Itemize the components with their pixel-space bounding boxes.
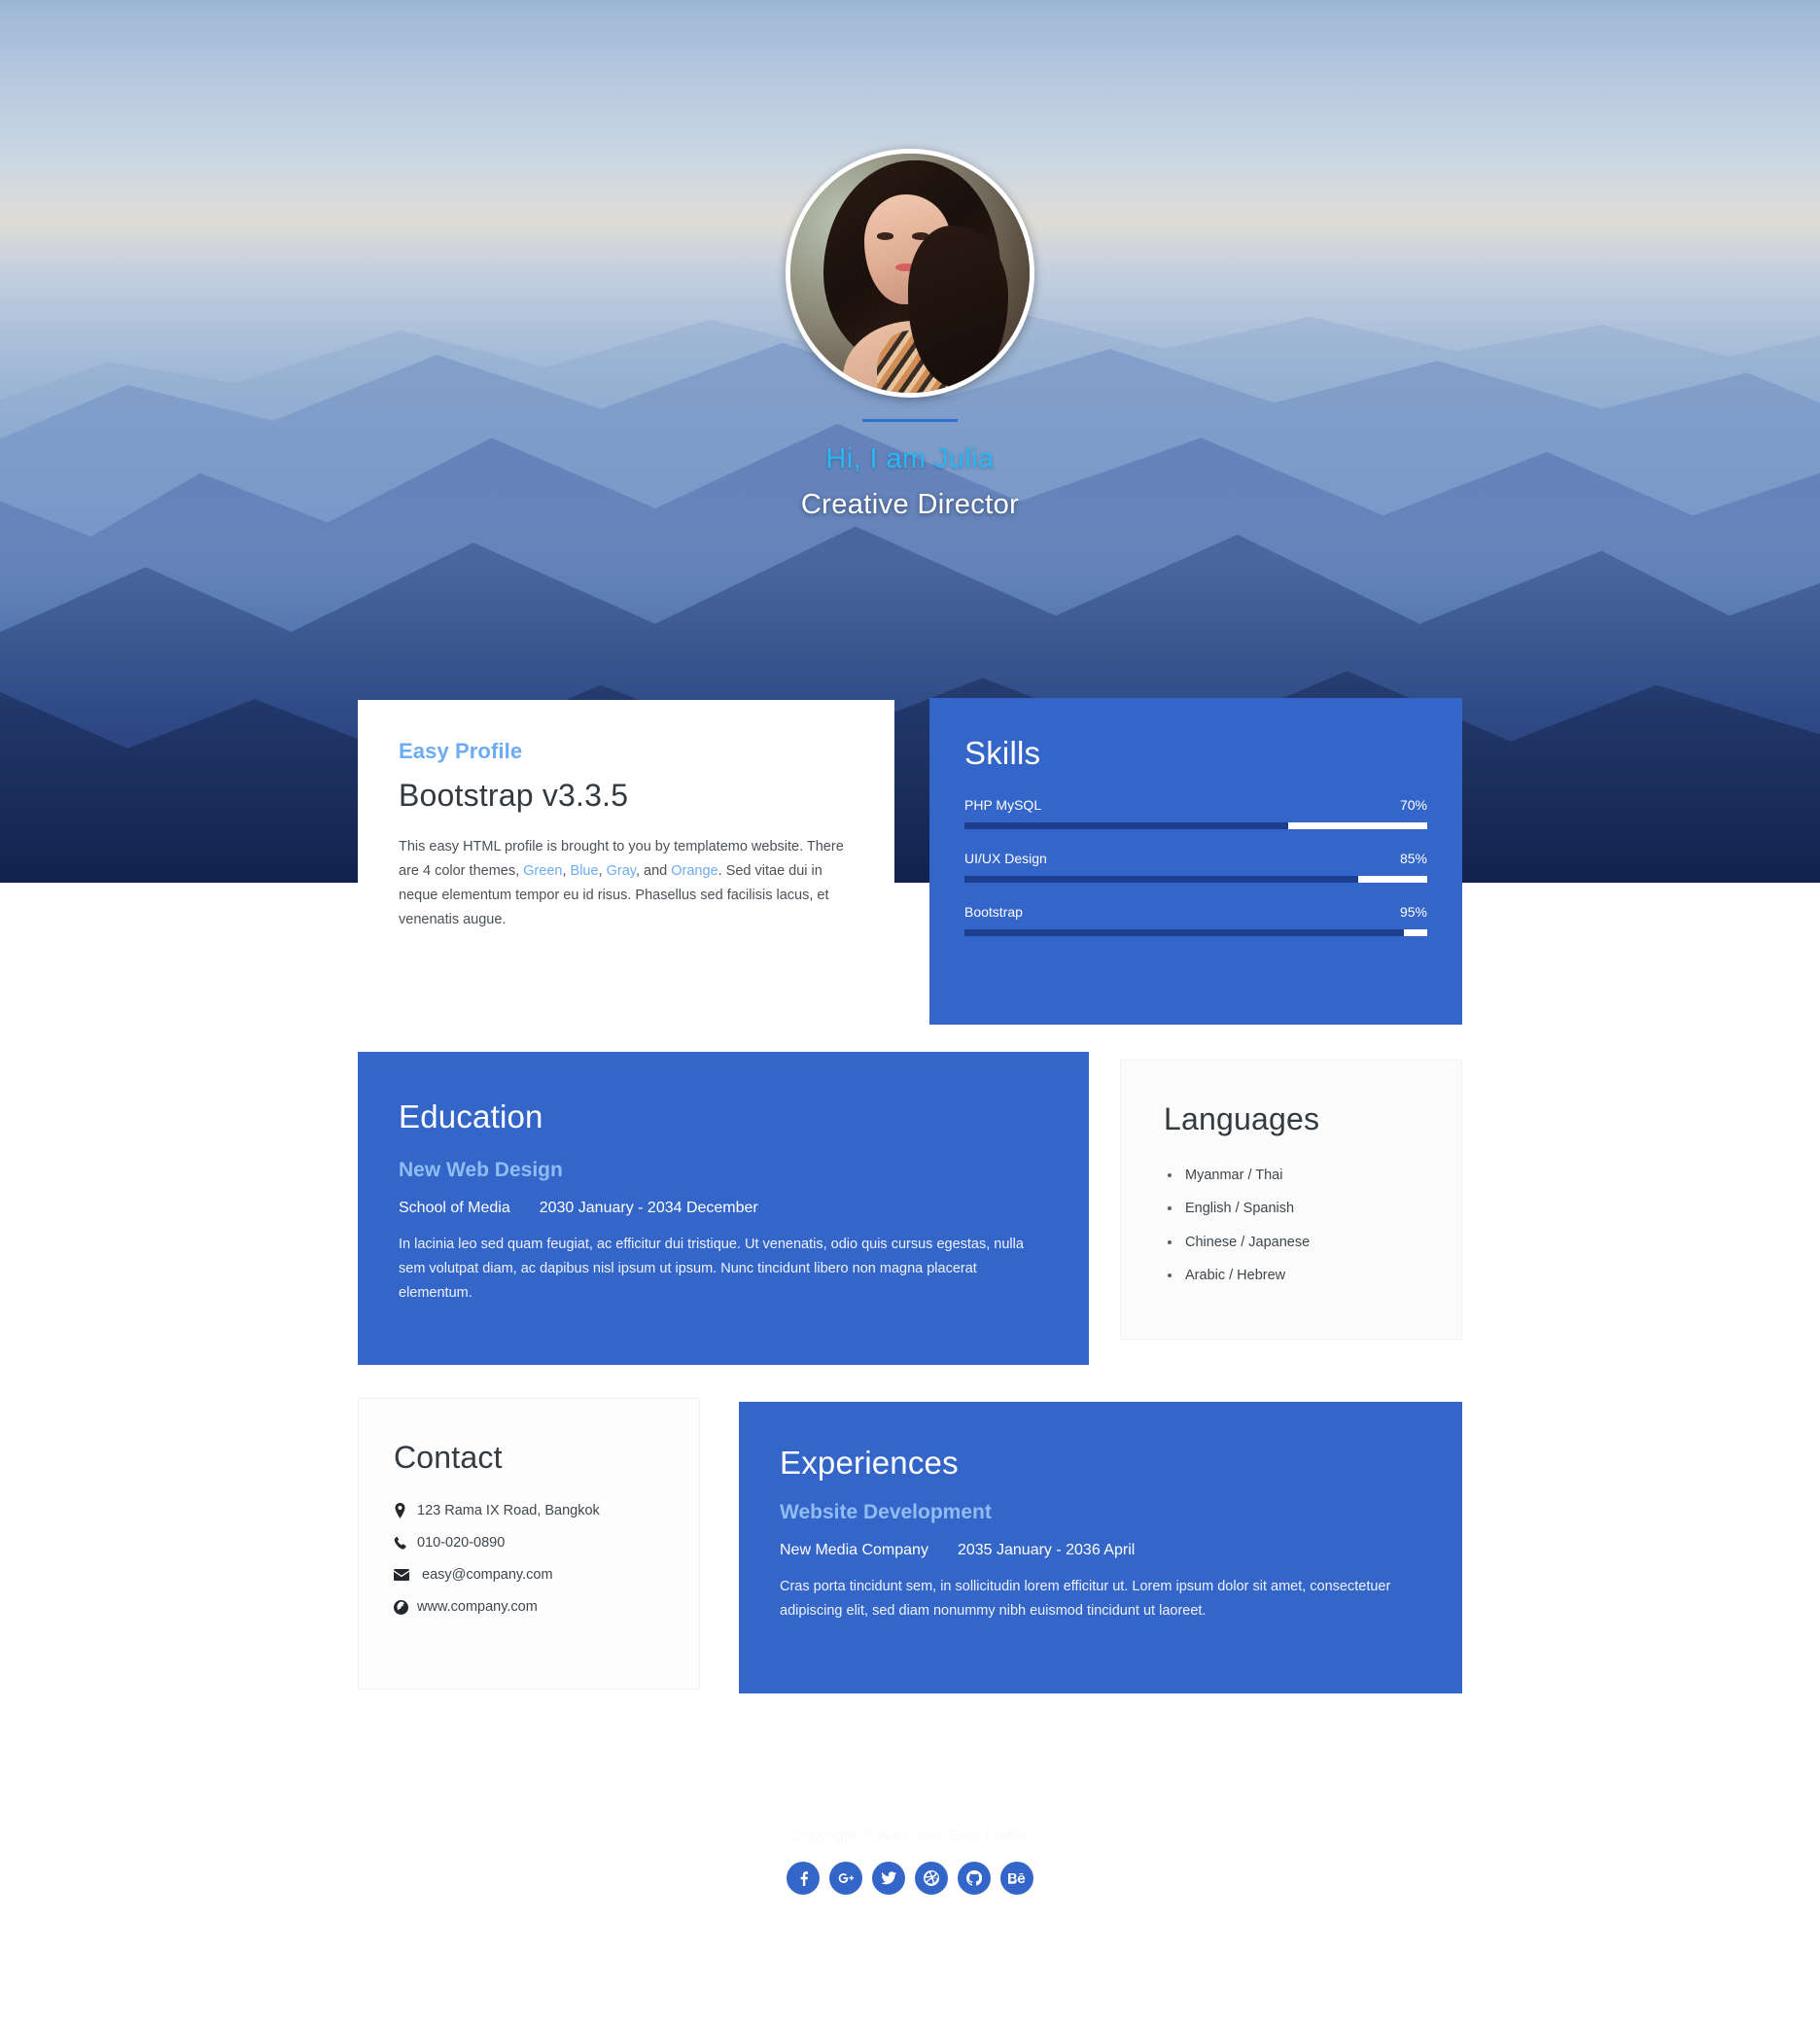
skill-item: UI/UX Design 85% bbox=[964, 851, 1427, 883]
contact-address: 123 Rama IX Road, Bangkok bbox=[417, 1503, 600, 1518]
skill-percent: 85% bbox=[1399, 851, 1427, 866]
education-meta: School of Media 2030 January - 2034 Decem… bbox=[399, 1200, 1048, 1217]
languages-list: Myanmar / Thai English / Spanish Chinese… bbox=[1164, 1165, 1418, 1287]
experiences-dates: 2035 January - 2036 April bbox=[957, 1542, 1136, 1558]
phone-icon bbox=[394, 1536, 417, 1551]
skill-progress-track bbox=[964, 929, 1405, 936]
contact-phone: 010-020-0890 bbox=[417, 1535, 506, 1551]
list-item: easy@company.com bbox=[394, 1567, 664, 1583]
skill-progress-track bbox=[964, 822, 1289, 829]
skills-card: Skills PHP MySQL 70% UI/UX Design 85% Bo… bbox=[929, 698, 1462, 1025]
hero-greeting: Hi, I am Julia bbox=[825, 443, 995, 474]
skill-percent: 95% bbox=[1399, 904, 1427, 920]
skill-label: Bootstrap bbox=[964, 904, 1023, 920]
experiences-role: Website Development bbox=[780, 1501, 992, 1523]
profile-title: Bootstrap v3.3.5 bbox=[399, 778, 629, 813]
experiences-meta: New Media Company 2035 January - 2036 Apr… bbox=[780, 1542, 1421, 1559]
list-item: www.company.com bbox=[394, 1599, 664, 1615]
skill-progress-track bbox=[964, 876, 1358, 883]
hero-role: Creative Director bbox=[800, 489, 1020, 520]
skills-list: PHP MySQL 70% UI/UX Design 85% Bootstrap… bbox=[964, 797, 1427, 936]
hero-banner: Hi, I am Julia Creative Director bbox=[0, 0, 1820, 883]
behance-icon[interactable] bbox=[1000, 1862, 1033, 1895]
theme-link-gray[interactable]: Gray bbox=[607, 863, 636, 879]
education-description: In lacinia leo sed quam feugiat, ac effi… bbox=[399, 1237, 1024, 1301]
skill-item: Bootstrap 95% bbox=[964, 904, 1427, 936]
education-card: Education New Web Design School of Media… bbox=[358, 1052, 1089, 1365]
contact-list: 123 Rama IX Road, Bangkok 010-020-0890 e… bbox=[394, 1503, 664, 1615]
contact-card: Contact 123 Rama IX Road, Bangkok 010-02… bbox=[358, 1398, 700, 1690]
education-title: Education bbox=[399, 1099, 543, 1134]
list-item: 123 Rama IX Road, Bangkok bbox=[394, 1503, 664, 1518]
theme-link-green[interactable]: Green bbox=[523, 863, 562, 879]
avatar bbox=[786, 149, 1034, 398]
list-item: English / Spanish bbox=[1164, 1198, 1418, 1219]
skill-label: UI/UX Design bbox=[964, 851, 1047, 866]
contact-title: Contact bbox=[394, 1440, 503, 1475]
profile-description: This easy HTML profile is brought to you… bbox=[399, 839, 844, 927]
experiences-card: Experiences Website Development New Medi… bbox=[739, 1402, 1462, 1693]
google-plus-icon[interactable] bbox=[829, 1862, 862, 1895]
education-dates: 2030 January - 2034 December bbox=[539, 1200, 758, 1216]
education-program: New Web Design bbox=[399, 1159, 563, 1181]
experiences-description: Cras porta tincidunt sem, in sollicitudi… bbox=[780, 1579, 1391, 1619]
globe-icon bbox=[394, 1599, 417, 1615]
hero-divider bbox=[862, 419, 958, 422]
languages-title: Languages bbox=[1164, 1101, 1320, 1136]
copyright-text: Copyright © 2084 Your Easy Profile bbox=[791, 1828, 1029, 1844]
contact-email: easy@company.com bbox=[422, 1567, 553, 1583]
skill-progress-bar bbox=[964, 929, 1427, 936]
experiences-title: Experiences bbox=[780, 1445, 959, 1481]
experiences-company: New Media Company bbox=[780, 1542, 928, 1558]
list-item: Chinese / Japanese bbox=[1164, 1232, 1418, 1253]
footer: Copyright © 2084 Your Easy Profile bbox=[0, 1828, 1820, 1895]
profile-page: Hi, I am Julia Creative Director Easy Pr… bbox=[0, 0, 1820, 2023]
map-marker-icon bbox=[394, 1503, 417, 1518]
theme-link-orange[interactable]: Orange bbox=[671, 863, 718, 879]
github-icon[interactable] bbox=[958, 1862, 991, 1895]
list-item: 010-020-0890 bbox=[394, 1535, 664, 1551]
list-item: Arabic / Hebrew bbox=[1164, 1265, 1418, 1286]
theme-link-blue[interactable]: Blue bbox=[571, 863, 599, 879]
facebook-icon[interactable] bbox=[787, 1862, 820, 1895]
skill-progress-bar bbox=[964, 822, 1427, 829]
profile-kicker: Easy Profile bbox=[399, 739, 523, 763]
skill-item: PHP MySQL 70% bbox=[964, 797, 1427, 829]
easy-profile-card: Easy Profile Bootstrap v3.3.5 This easy … bbox=[358, 700, 894, 962]
skill-label: PHP MySQL bbox=[964, 797, 1042, 813]
dribbble-icon[interactable] bbox=[915, 1862, 948, 1895]
languages-card: Languages Myanmar / Thai English / Spani… bbox=[1120, 1060, 1462, 1340]
education-institution: School of Media bbox=[399, 1200, 510, 1216]
contact-website: www.company.com bbox=[417, 1599, 538, 1615]
skills-title: Skills bbox=[964, 735, 1041, 771]
list-item: Myanmar / Thai bbox=[1164, 1165, 1418, 1186]
twitter-icon[interactable] bbox=[872, 1862, 905, 1895]
envelope-icon bbox=[394, 1569, 417, 1581]
skill-progress-bar bbox=[964, 876, 1427, 883]
social-links bbox=[0, 1862, 1820, 1895]
skill-percent: 70% bbox=[1399, 797, 1427, 813]
